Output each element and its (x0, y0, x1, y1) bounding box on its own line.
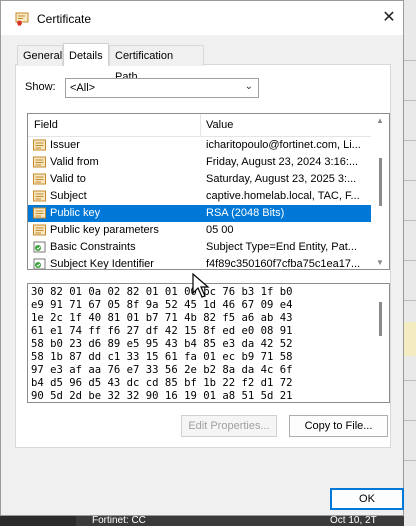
field-list-scrollbar[interactable]: ▲ ▼ (371, 114, 389, 269)
mouse-cursor-icon (192, 273, 210, 298)
hex-line: 58 1b 87 dd c1 33 15 61 fa 01 ec b9 71 5… (31, 351, 293, 363)
scroll-up-icon[interactable]: ▲ (376, 116, 384, 125)
list-header: Field Value (28, 114, 371, 137)
field-name: Issuer (50, 139, 80, 151)
show-dropdown-value: <All> (70, 82, 96, 94)
background-bottom-text: Fortinet: CC (92, 515, 146, 526)
hex-line: 30 82 01 0a 02 82 01 01 00 bc 76 b3 1f b… (31, 286, 293, 298)
scrollbar-thumb[interactable] (379, 302, 382, 336)
cert-field-icon (33, 190, 46, 202)
cert-field-icon (33, 173, 46, 185)
show-label: Show: (25, 81, 56, 93)
tab-general[interactable]: General (17, 45, 63, 66)
hex-line: 58 b0 23 d6 89 e5 95 43 b4 85 e3 da 42 5… (31, 338, 293, 350)
column-header-field[interactable]: Field (34, 119, 58, 131)
tab-general-label: General (23, 50, 63, 62)
field-row[interactable]: Public key parameters 05 00 (28, 222, 371, 239)
field-value: 05 00 (206, 224, 234, 236)
field-row[interactable]: Subject Key Identifier f4f89c350160f7cfba… (28, 256, 371, 270)
field-value: Friday, August 23, 2024 3:16:... (206, 156, 359, 168)
field-value: f4f89c350160f7cfba75c1ea17... (206, 258, 361, 270)
field-row[interactable]: Valid from Friday, August 23, 2024 3:16:.… (28, 154, 371, 171)
field-name: Subject Key Identifier (50, 258, 154, 270)
field-value: RSA (2048 Bits) (206, 207, 285, 219)
field-row[interactable]: Subject captive.homelab.local, TAC, F... (28, 188, 371, 205)
ok-button[interactable]: OK (330, 488, 404, 510)
field-value: captive.homelab.local, TAC, F... (206, 190, 360, 202)
field-value: icharitopoulo@fortinet.com, Li... (206, 139, 361, 151)
field-row[interactable]: Valid to Saturday, August 23, 2025 3:... (28, 171, 371, 188)
field-value: Saturday, August 23, 2025 3:... (206, 173, 357, 185)
hex-line: 1e 2c 1f 40 81 01 b7 71 4b 82 f5 a6 ab 4… (31, 312, 293, 324)
title-bar[interactable]: Certificate ✕ (1, 1, 403, 35)
field-name: Public key (50, 207, 101, 219)
column-header-value[interactable]: Value (206, 119, 233, 131)
edit-properties-button[interactable]: Edit Properties... (181, 415, 277, 437)
copy-to-file-button[interactable]: Copy to File... (289, 415, 388, 437)
field-row[interactable]: Issuer icharitopoulo@fortinet.com, Li... (28, 137, 371, 154)
hex-line: b4 d5 96 d5 43 dc cd 85 bf 1b 22 f2 d1 7… (31, 377, 293, 389)
tab-details-label: Details (69, 50, 103, 62)
field-name: Basic Constraints (50, 241, 136, 253)
field-list[interactable]: Field Value Issuer icharitopoulo@fortinet… (27, 113, 390, 270)
tab-certification-path[interactable]: Certification Path (109, 45, 204, 83)
field-row[interactable]: Public key RSA (2048 Bits) (28, 205, 371, 222)
scroll-down-icon[interactable]: ▼ (376, 258, 384, 267)
extension-icon (33, 241, 46, 253)
cert-field-icon (33, 156, 46, 168)
field-name: Subject (50, 190, 87, 202)
certificate-icon (15, 12, 29, 26)
column-separator[interactable] (200, 114, 201, 136)
field-row[interactable]: Basic Constraints Subject Type=End Entity… (28, 239, 371, 256)
hex-line: 61 e1 74 ff f6 27 df 42 15 8f ed e0 08 9… (31, 325, 293, 337)
close-icon: ✕ (382, 9, 396, 26)
show-dropdown[interactable]: <All> ⌄ (65, 78, 259, 98)
certificate-dialog: Certificate ✕ General Details Certificat… (0, 0, 404, 516)
field-name: Public key parameters (50, 224, 159, 236)
background-highlight (404, 322, 416, 356)
cert-field-icon (33, 207, 46, 219)
extension-icon (33, 258, 46, 269)
hex-line: 90 5d 2d be 32 32 90 16 19 01 a8 51 5d 2… (31, 390, 293, 402)
field-name: Valid from (50, 156, 99, 168)
value-detail-scrollbar[interactable] (371, 284, 389, 402)
cert-field-icon (33, 139, 46, 151)
background-window-edge (404, 0, 416, 526)
hex-line: e9 91 71 67 05 8f 9a 52 45 1d 46 67 09 e… (31, 299, 293, 311)
hex-line: 97 e3 af aa 76 e7 33 56 2e b2 8a da 4c 6… (31, 364, 293, 376)
background-bottom-right-text: Oct 10, 2T (330, 515, 377, 526)
chevron-down-icon: ⌄ (244, 81, 253, 92)
field-name: Valid to (50, 173, 86, 185)
tab-details[interactable]: Details (63, 43, 109, 66)
window-title: Certificate (37, 12, 92, 26)
cert-field-icon (33, 224, 46, 236)
scrollbar-thumb[interactable] (379, 158, 382, 206)
close-button[interactable]: ✕ (377, 7, 401, 31)
field-value: Subject Type=End Entity, Pat... (206, 241, 357, 253)
value-detail-box[interactable]: 30 82 01 0a 02 82 01 01 00 bc 76 b3 1f b… (27, 283, 390, 403)
